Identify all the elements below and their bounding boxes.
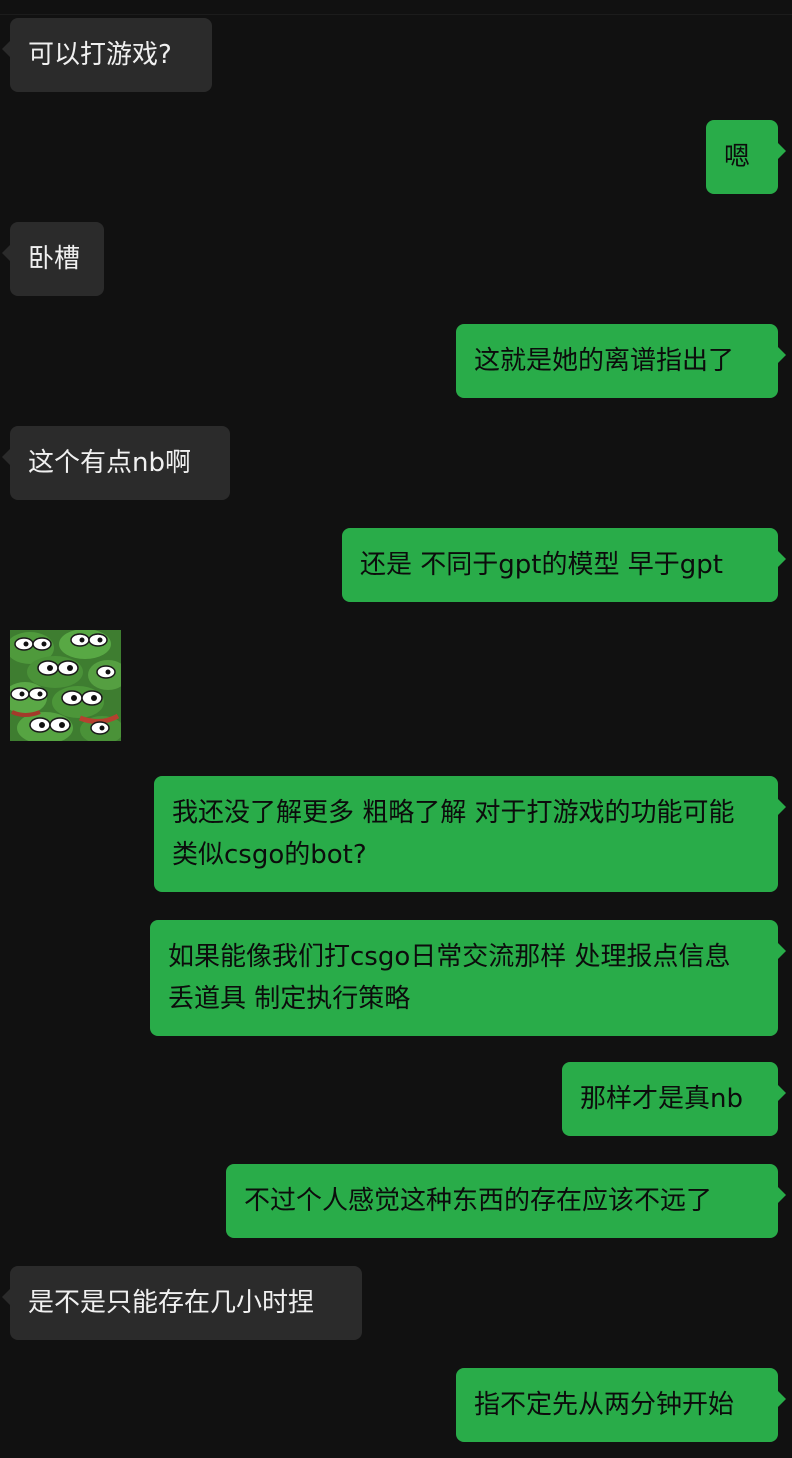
message-bubble-incoming[interactable]: 这个有点nb啊 [2, 426, 230, 500]
message-text: 嗯 [724, 142, 751, 172]
message-text: 卧槽 [28, 244, 81, 274]
pepe-frogs-icon [10, 630, 121, 741]
message-text: 如果能像我们打csgo日常交流那样 处理报点信息 丢道具 制定执行策略 [168, 942, 731, 1014]
message-text: 是不是只能存在几小时捏 [28, 1288, 315, 1318]
message-bubble-outgoing[interactable]: 那样才是真nb [562, 1062, 786, 1136]
message-bubble-incoming[interactable]: 是不是只能存在几小时捏 [2, 1266, 362, 1340]
message-bubble-outgoing[interactable]: 指不定先从两分钟开始 [456, 1368, 786, 1442]
message-text: 我还没了解更多 粗略了解 对于打游戏的功能可能 类似csgo的bot? [172, 798, 735, 870]
message-text: 指不定先从两分钟开始 [474, 1390, 735, 1420]
message-text: 可以打游戏? [28, 40, 172, 70]
message-text: 不过个人感觉这种东西的存在应该不远了 [244, 1186, 713, 1216]
message-text: 那样才是真nb [580, 1084, 743, 1114]
message-bubble-outgoing[interactable]: 不过个人感觉这种东西的存在应该不远了 [226, 1164, 786, 1238]
message-text: 还是 不同于gpt的模型 早于gpt [360, 550, 723, 580]
message-bubble-outgoing[interactable]: 嗯 [706, 120, 786, 194]
message-bubble-incoming[interactable]: 卧槽 [2, 222, 104, 296]
message-bubble-outgoing[interactable]: 还是 不同于gpt的模型 早于gpt [342, 528, 786, 602]
message-bubble-outgoing[interactable]: 这就是她的离谱指出了 [456, 324, 786, 398]
top-divider [0, 14, 792, 15]
message-text: 这个有点nb啊 [28, 448, 191, 478]
message-text: 这就是她的离谱指出了 [474, 346, 735, 376]
message-bubble-outgoing[interactable]: 如果能像我们打csgo日常交流那样 处理报点信息 丢道具 制定执行策略 [150, 920, 786, 1036]
pepe-frogs-sticker[interactable] [10, 630, 121, 741]
message-bubble-outgoing[interactable]: 我还没了解更多 粗略了解 对于打游戏的功能可能 类似csgo的bot? [154, 776, 786, 892]
message-bubble-incoming[interactable]: 可以打游戏? [2, 18, 212, 92]
